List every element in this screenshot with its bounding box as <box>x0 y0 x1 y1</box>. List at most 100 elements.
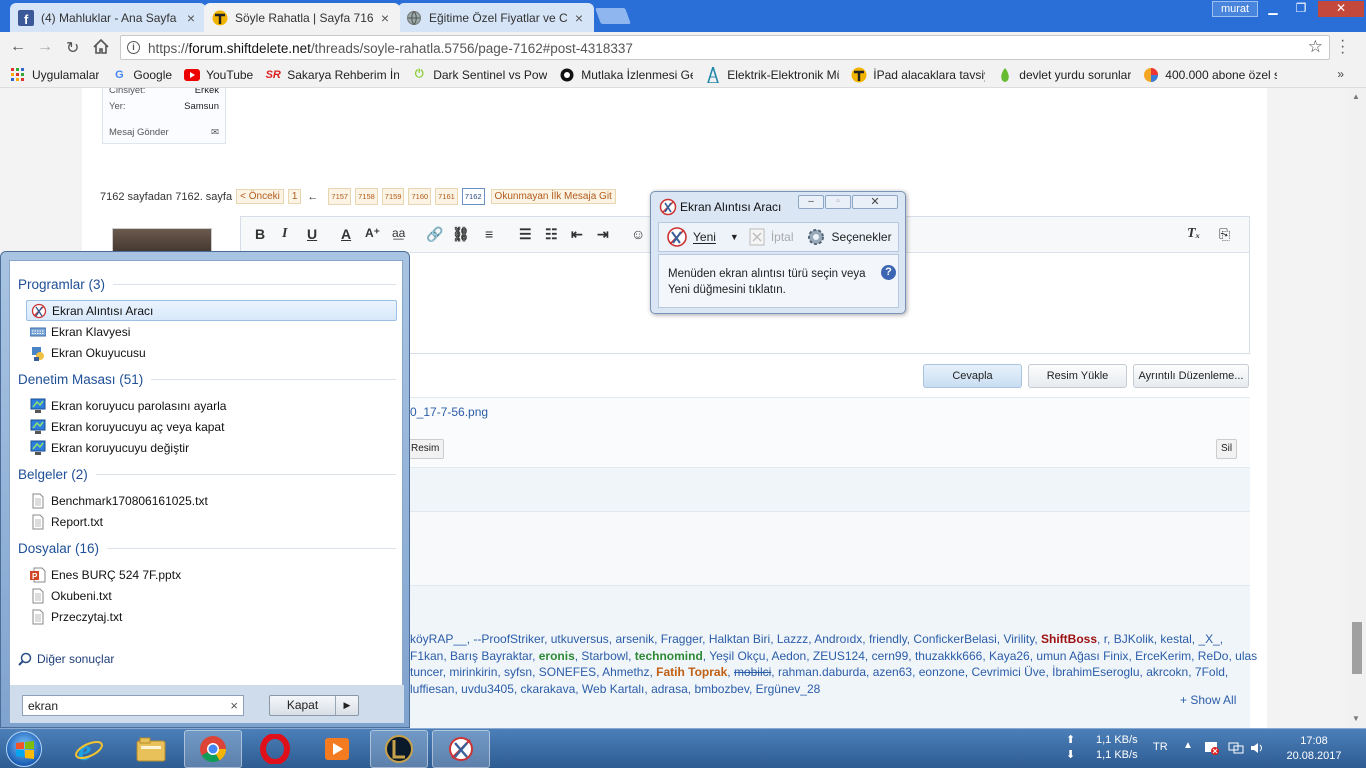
online-user-link[interactable]: bmbozbev <box>694 682 748 696</box>
online-user-link[interactable]: kestal <box>1160 632 1191 646</box>
online-user-link[interactable]: Cevrimici Üve <box>971 665 1045 679</box>
taskbar-league-of-legends[interactable] <box>370 730 428 768</box>
bookmark-400000[interactable]: 400.000 abone özel s <box>1143 67 1277 83</box>
online-user-link[interactable]: Aedon <box>772 649 807 663</box>
online-user-link[interactable]: utkuversus <box>551 632 609 646</box>
chevron-right-icon[interactable]: ▶ <box>336 696 358 715</box>
online-user-link[interactable]: Web Kartalı <box>582 682 644 696</box>
result-file[interactable]: Przeczytaj.txt <box>26 606 397 627</box>
send-message-link[interactable]: Mesaj Gönder ✉ <box>109 127 219 138</box>
online-user-link[interactable]: mirinkirin <box>449 665 497 679</box>
font-size-icon[interactable]: A⁺ <box>365 226 380 240</box>
show-hidden-icons[interactable]: ▲ <box>1183 740 1193 751</box>
result-document[interactable]: Benchmark170806161025.txt <box>26 490 397 511</box>
font-color-icon[interactable]: A <box>341 226 351 242</box>
online-user-link[interactable]: friendly <box>869 632 907 646</box>
page-link[interactable]: 7159 <box>381 188 405 205</box>
result-control-panel-item[interactable]: Ekran koruyucuyu değiştir <box>26 437 397 458</box>
online-user-link[interactable]: köyRAP__ <box>410 632 467 646</box>
start-search-input[interactable]: ekran × <box>22 695 244 716</box>
result-control-panel-item[interactable]: Ekran koruyucu parolasını ayarla <box>26 395 397 416</box>
category-programs[interactable]: Programlar (3) <box>18 277 396 292</box>
online-user-link[interactable]: luffiesan <box>410 682 454 696</box>
page-link[interactable]: 7158 <box>355 188 378 205</box>
clear-search-icon[interactable]: × <box>230 698 238 713</box>
language-indicator[interactable]: TR <box>1153 741 1168 753</box>
new-tab-button[interactable] <box>595 8 631 24</box>
bookmark-devlet-yurdu[interactable]: devlet yurdu sorunlar <box>997 67 1131 83</box>
online-user-link[interactable]: thuzakkk666 <box>915 649 982 663</box>
smiley-icon[interactable]: ☺ <box>631 226 645 242</box>
online-user-link[interactable]: Kaya26 <box>989 649 1030 663</box>
bookmark-mutlaka[interactable]: Mutlaka İzlenmesi Ge <box>559 67 693 83</box>
underline-icon[interactable]: U <box>307 226 317 242</box>
online-user-link[interactable]: akrcokn <box>1146 665 1188 679</box>
online-user-link[interactable]: technomind <box>635 649 703 663</box>
snip-minimize-button[interactable]: – <box>798 195 824 209</box>
bookmark-youtube[interactable]: YouTube <box>184 67 253 83</box>
insert-image-button[interactable]: Resim <box>406 439 445 459</box>
result-file[interactable]: Okubeni.txt <box>26 585 397 606</box>
scrollbar-thumb[interactable] <box>1352 622 1362 674</box>
chevron-down-icon[interactable]: ▼ <box>730 232 739 242</box>
upload-image-button[interactable]: Resim Yükle <box>1028 364 1127 388</box>
taskbar-media-player[interactable] <box>308 730 366 768</box>
action-center-icon[interactable] <box>1204 740 1220 756</box>
profile-button[interactable]: murat <box>1212 1 1258 17</box>
start-button[interactable] <box>6 731 42 767</box>
online-user-link[interactable]: azen63 <box>873 665 912 679</box>
online-user-link[interactable]: ReDo <box>1198 649 1229 663</box>
result-snipping-tool[interactable]: Ekran Alıntısı Aracı <box>26 300 397 321</box>
volume-icon[interactable] <box>1249 740 1265 756</box>
bullet-list-icon[interactable]: ☰ <box>519 226 532 243</box>
numbered-list-icon[interactable]: ☷ <box>545 226 558 243</box>
online-user-link[interactable]: Androıdx <box>814 632 862 646</box>
close-icon[interactable]: × <box>378 10 392 26</box>
online-user-link[interactable]: ZEUS124 <box>813 649 865 663</box>
online-user-link[interactable]: eronis <box>539 649 575 663</box>
category-control-panel[interactable]: Denetim Masası (51) <box>18 372 396 387</box>
online-user-link[interactable]: arsenik <box>615 632 654 646</box>
tab-shiftdelete[interactable]: Söyle Rahatla | Sayfa 716 × <box>204 3 400 32</box>
online-user-link[interactable]: r <box>1104 632 1107 646</box>
reload-icon[interactable]: ↻ <box>66 38 79 58</box>
online-user-link[interactable]: ShiftBoss <box>1041 632 1097 646</box>
source-mode-icon[interactable]: ⎘ <box>1219 226 1230 243</box>
taskbar-opera[interactable] <box>246 730 304 768</box>
category-files[interactable]: Dosyalar (16) <box>18 541 396 556</box>
bold-icon[interactable]: B <box>255 226 265 242</box>
online-user-link[interactable]: Fragger <box>661 632 702 646</box>
online-user-link[interactable]: Yeşil Okçu <box>709 649 765 663</box>
taskbar-internet-explorer[interactable]: e <box>60 730 118 768</box>
snip-close-button[interactable]: ✕ <box>852 195 898 209</box>
result-file[interactable]: P Enes BURÇ 524 7F.pptx <box>26 564 397 585</box>
result-control-panel-item[interactable]: Ekran koruyucuyu aç veya kapat <box>26 416 397 437</box>
online-user-link[interactable]: BJKolik <box>1114 632 1154 646</box>
clock[interactable]: 17:08 20.08.2017 <box>1264 734 1364 764</box>
online-user-link[interactable]: ConfickerBelasi <box>913 632 996 646</box>
page-scrollbar[interactable]: ▲ ▼ <box>1348 88 1366 728</box>
online-user-link[interactable]: ErceKerim <box>1135 649 1191 663</box>
online-user-link[interactable]: Virility <box>1003 632 1034 646</box>
online-user-link[interactable]: eonzone <box>919 665 965 679</box>
taskbar-file-explorer[interactable] <box>122 730 180 768</box>
online-user-link[interactable]: syfsn <box>504 665 532 679</box>
online-user-link[interactable]: Ergünev_28 <box>756 682 821 696</box>
online-user-link[interactable]: Starbowl <box>581 649 628 663</box>
minimize-button[interactable]: ▁ <box>1260 1 1286 17</box>
online-user-link[interactable]: adrasa <box>651 682 688 696</box>
reply-button[interactable]: Cevapla <box>923 364 1022 388</box>
cancel-snip-button[interactable]: İptal <box>749 228 794 246</box>
indent-icon[interactable]: ⇥ <box>597 226 609 243</box>
address-bar[interactable]: i https://forum.shiftdelete.net/threads/… <box>120 35 1330 60</box>
scroll-up-icon[interactable]: ▲ <box>1352 92 1360 101</box>
tab-facebook[interactable]: f (4) Mahluklar - Ana Sayfa × <box>10 3 206 32</box>
unlink-icon[interactable]: ⛓ <box>452 226 470 243</box>
font-family-icon[interactable]: a͟a <box>392 226 405 240</box>
options-button[interactable]: Seçenekler <box>806 227 892 247</box>
bookmark-elektrik[interactable]: Elektrik-Elektronik Mü <box>705 66 839 83</box>
info-icon[interactable]: i <box>127 41 140 54</box>
first-page-link[interactable]: 1 <box>287 189 302 204</box>
bookmark-ipad[interactable]: İPad alacaklara tavsiy <box>851 67 985 83</box>
bookmark-apps[interactable]: Uygulamalar <box>10 67 99 83</box>
